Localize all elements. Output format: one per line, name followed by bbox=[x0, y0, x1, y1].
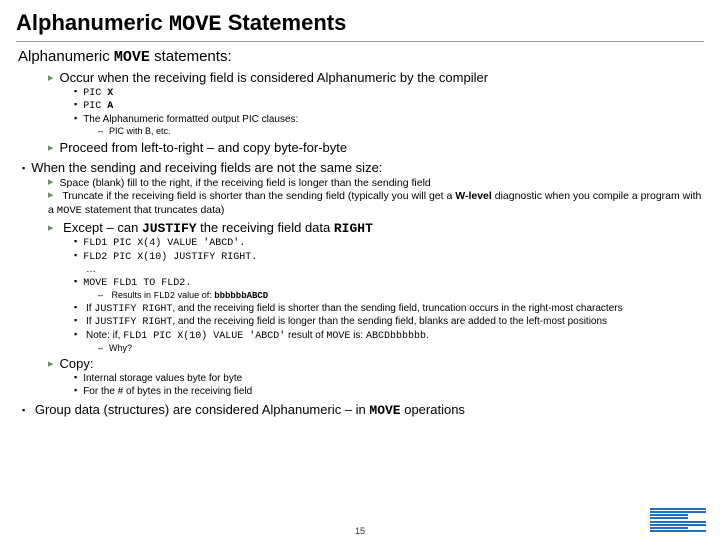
copy-b-line: For the # of bytes in the receiving fiel… bbox=[74, 386, 704, 399]
except-line: Except – can JUSTIFY the receiving field… bbox=[48, 220, 704, 237]
result-b: value of: bbox=[175, 290, 214, 300]
trunc-b: W-level bbox=[455, 190, 492, 202]
dots-line: … bbox=[86, 264, 704, 277]
trunc-line: Truncate if the receiving field is short… bbox=[48, 190, 704, 218]
space-text: Space (blank) fill to the right, if the … bbox=[60, 177, 431, 189]
note-dot: . bbox=[426, 330, 429, 341]
picx-b: X bbox=[107, 88, 113, 99]
move-line: MOVE FLD1 TO FLD2. bbox=[74, 277, 704, 291]
group-b: operations bbox=[401, 402, 465, 417]
page-number: 15 bbox=[0, 526, 720, 536]
note-a: Note: if, bbox=[86, 330, 123, 341]
pica-line: PIC A bbox=[74, 100, 704, 114]
note-code1: FLD1 PIC X(10) VALUE 'ABCD' bbox=[123, 331, 285, 342]
note-b: result of bbox=[285, 330, 326, 341]
title-pre: Alphanumeric bbox=[16, 10, 169, 35]
except-mid: the receiving field data bbox=[197, 220, 334, 235]
except-code2: RIGHT bbox=[334, 221, 373, 236]
except-code: JUSTIFY bbox=[142, 221, 197, 236]
subtitle-post: statements: bbox=[150, 48, 232, 65]
occur-line: Occur when the receiving field is consid… bbox=[48, 70, 704, 87]
notsame-heading: When the sending and receiving fields ar… bbox=[22, 160, 704, 176]
title-rule bbox=[16, 41, 704, 42]
jr-long-code: JUSTIFY RIGHT bbox=[94, 317, 172, 328]
subtitle-pre: Alphanumeric bbox=[18, 48, 114, 65]
jr-long-line: If JUSTIFY RIGHT, and the receiving fiel… bbox=[74, 316, 704, 330]
fld1-text: FLD1 PIC X(4) VALUE 'ABCD'. bbox=[83, 238, 245, 249]
note-code3: ABCDbbbbbb bbox=[366, 331, 426, 342]
note-line: Note: if, FLD1 PIC X(10) VALUE 'ABCD' re… bbox=[74, 330, 704, 344]
result-line: Results in FLD2 value of: bbbbbbABCD bbox=[98, 290, 704, 302]
copy-a-line: Internal storage values byte for byte bbox=[74, 373, 704, 386]
proceed-line: Proceed from left-to-right – and copy by… bbox=[48, 140, 704, 157]
occur-text: Occur when the receiving field is consid… bbox=[60, 70, 489, 85]
copy-heading-text: Copy: bbox=[60, 356, 94, 371]
result-code: FLD2 bbox=[154, 291, 176, 301]
page-title: Alphanumeric MOVE Statements bbox=[16, 10, 704, 37]
copy-b-text: For the # of bytes in the receiving fiel… bbox=[83, 386, 252, 397]
fmt-sub-text: PIC with B, etc. bbox=[109, 126, 171, 136]
fmt-line: The Alphanumeric formatted output PIC cl… bbox=[74, 114, 704, 127]
fmt-sub-line: PIC with B, etc. bbox=[98, 126, 704, 137]
jr-short-code: JUSTIFY RIGHT bbox=[94, 304, 172, 315]
subtitle-code: MOVE bbox=[114, 49, 150, 66]
fld2-text: FLD2 PIC X(10) JUSTIFY RIGHT. bbox=[83, 252, 257, 263]
group-a: Group data (structures) are considered A… bbox=[35, 402, 370, 417]
result-a: Results in bbox=[112, 290, 154, 300]
move-text: MOVE FLD1 TO FLD2. bbox=[83, 278, 191, 289]
proceed-text: Proceed from left-to-right – and copy by… bbox=[60, 140, 348, 155]
note-c: is: bbox=[350, 330, 366, 341]
title-code: MOVE bbox=[169, 12, 222, 37]
jr-long-b: , and the receiving field is longer than… bbox=[172, 316, 607, 327]
pica-b: A bbox=[107, 101, 113, 112]
trunc-code: MOVE bbox=[57, 205, 82, 217]
trunc-a: Truncate if the receiving field is short… bbox=[62, 190, 455, 202]
picx-pre: PIC bbox=[83, 88, 107, 99]
result-val: bbbbbbABCD bbox=[214, 291, 268, 301]
copy-a-text: Internal storage values byte for byte bbox=[83, 373, 242, 384]
picx-line: PIC X bbox=[74, 87, 704, 101]
trunc-d: statement that truncates data) bbox=[82, 204, 224, 216]
note-code2: MOVE bbox=[326, 331, 350, 342]
jr-short-b: , and the receiving field is shorter tha… bbox=[172, 303, 622, 314]
title-post: Statements bbox=[222, 10, 347, 35]
content-list: Occur when the receiving field is consid… bbox=[16, 70, 704, 419]
dots-text: … bbox=[86, 264, 96, 275]
ibm-logo bbox=[650, 508, 706, 532]
why-text: Why? bbox=[109, 343, 132, 353]
fld1-line: FLD1 PIC X(4) VALUE 'ABCD'. bbox=[74, 237, 704, 251]
copy-heading: Copy: bbox=[48, 356, 704, 373]
pica-pre: PIC bbox=[83, 101, 107, 112]
why-line: Why? bbox=[98, 343, 704, 354]
group-code: MOVE bbox=[369, 403, 400, 418]
except-pre: Except – can bbox=[63, 220, 142, 235]
jr-short-line: If JUSTIFY RIGHT, and the receiving fiel… bbox=[74, 303, 704, 317]
fmt-text: The Alphanumeric formatted output PIC cl… bbox=[83, 114, 298, 125]
space-line: Space (blank) fill to the right, if the … bbox=[48, 177, 704, 191]
notsame-heading-text: When the sending and receiving fields ar… bbox=[31, 160, 382, 175]
fld2-line: FLD2 PIC X(10) JUSTIFY RIGHT. bbox=[74, 251, 704, 265]
subtitle: Alphanumeric MOVE statements: bbox=[18, 48, 704, 66]
group-line: Group data (structures) are considered A… bbox=[22, 402, 704, 419]
slide: Alphanumeric MOVE Statements Alphanumeri… bbox=[0, 0, 720, 540]
